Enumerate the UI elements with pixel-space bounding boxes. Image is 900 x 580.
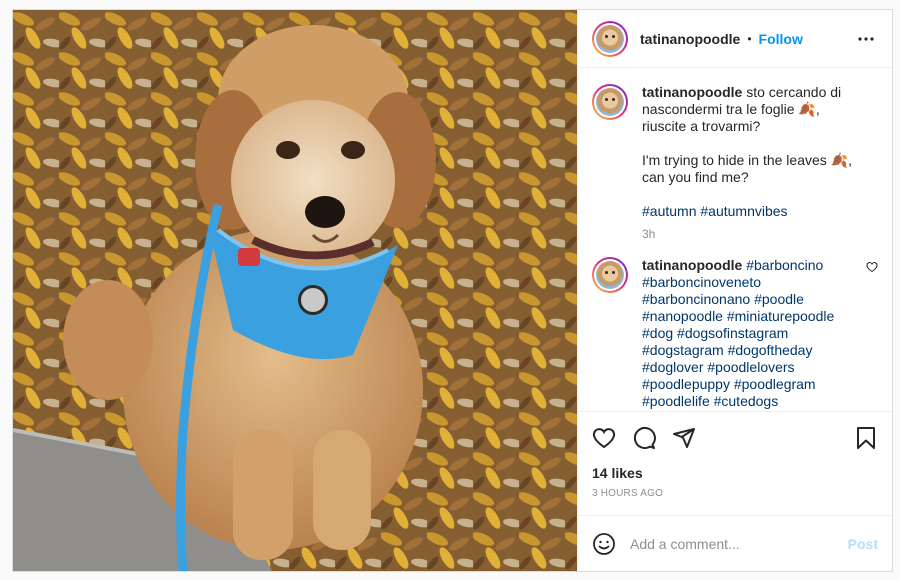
follow-button[interactable]: Follow (759, 31, 803, 47)
post-header: tatinanopoodle • Follow (578, 10, 892, 68)
more-options-button[interactable] (854, 27, 878, 51)
add-comment-bar: Post (578, 515, 892, 571)
instagram-post: tatinanopoodle • Follow tatinanopoodle s… (12, 9, 893, 572)
author-avatar[interactable] (592, 20, 628, 57)
comment-icon[interactable] (632, 426, 656, 450)
caption-avatar[interactable] (592, 84, 628, 120)
heart-icon[interactable] (592, 426, 616, 450)
caption-text-english: I'm trying to hide in the leaves 🍂, can … (642, 152, 852, 185)
likes-count[interactable]: 14 likes (578, 463, 892, 483)
comment-hashtags[interactable]: #barboncino #barboncinoveneto #barboncin… (642, 257, 834, 409)
comments-list[interactable]: tatinanopoodle sto cercando di nasconder… (578, 68, 892, 411)
comment-item: tatinanopoodle #barboncino #barboncinove… (592, 257, 878, 410)
author-username[interactable]: tatinanopoodle (640, 31, 740, 47)
posted-time: 3 HOURS AGO (592, 488, 664, 499)
post-comment-button[interactable]: Post (848, 536, 878, 552)
comment-input[interactable] (630, 535, 848, 552)
comment-username[interactable]: tatinanopoodle (642, 257, 742, 273)
caption: tatinanopoodle sto cercando di nasconder… (592, 84, 878, 243)
emoji-icon[interactable] (592, 532, 616, 556)
post-photo[interactable] (13, 10, 577, 571)
post-side-panel: tatinanopoodle • Follow tatinanopoodle s… (577, 10, 892, 571)
paper-plane-icon[interactable] (672, 426, 696, 450)
separator-dot: • (747, 31, 752, 46)
bookmark-icon[interactable] (854, 426, 878, 450)
action-bar (578, 411, 892, 463)
comment-avatar[interactable] (592, 257, 628, 293)
poodle-in-leaves-image (13, 10, 577, 571)
caption-hashtags[interactable]: #autumn #autumnvibes (642, 203, 788, 219)
caption-username[interactable]: tatinanopoodle (642, 84, 742, 100)
more-horizontal-icon (858, 36, 874, 41)
caption-time: 3h (642, 227, 656, 241)
comment-like-heart-icon[interactable] (866, 261, 878, 273)
